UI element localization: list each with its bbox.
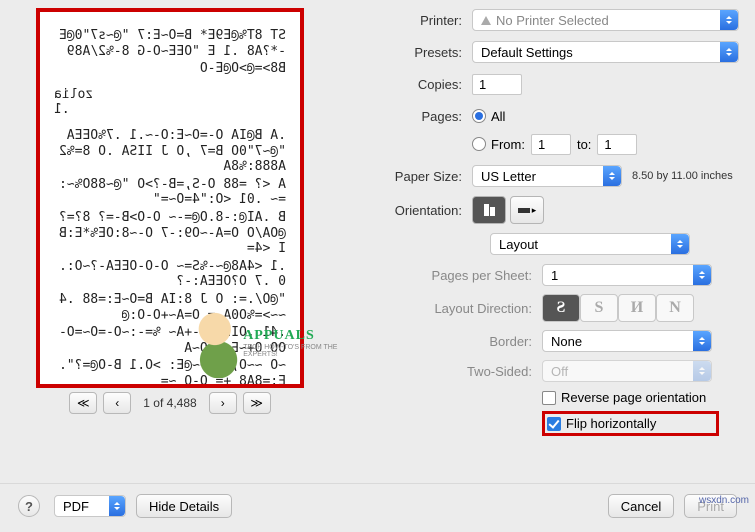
- pages-all-radio[interactable]: [472, 109, 486, 123]
- warning-icon: [481, 16, 491, 25]
- papersize-dims: 8.50 by 11.00 inches: [632, 170, 733, 182]
- layout-dir-4-button[interactable]: N: [656, 294, 694, 322]
- pdf-label: PDF: [63, 499, 89, 514]
- pages-from-input[interactable]: 1: [531, 134, 571, 155]
- layout-dir-1-button[interactable]: Ƨ: [542, 294, 580, 322]
- form-column: Printer: No Printer Selected Presets: De…: [330, 8, 745, 483]
- print-dialog: ST 8T%@E9E* B=O~E:7 "@~s7"0@E-*?A8 .1 E …: [0, 0, 755, 532]
- presets-value: Default Settings: [481, 45, 573, 60]
- orientation-portrait-button[interactable]: [472, 196, 506, 224]
- chevron-updown-icon: [693, 265, 711, 285]
- chevron-updown-icon: [720, 42, 738, 62]
- reverse-orientation-label: Reverse page orientation: [561, 390, 706, 405]
- chevron-updown-icon: [693, 331, 711, 351]
- flip-horizontally-label: Flip horizontally: [566, 416, 656, 431]
- direction-label: Layout Direction:: [394, 301, 532, 316]
- presets-label: Presets:: [354, 45, 462, 60]
- orientation-landscape-button[interactable]: ▸: [510, 196, 544, 224]
- printer-value: No Printer Selected: [496, 13, 609, 28]
- main-area: ST 8T%@E9E* B=O~E:7 "@~s7"0@E-*?A8 .1 E …: [0, 0, 755, 483]
- chevron-down-icon: [109, 496, 125, 516]
- twosided-label: Two-Sided:: [394, 364, 532, 379]
- cancel-button[interactable]: Cancel: [608, 494, 674, 518]
- source-watermark: wsxdn.com: [699, 495, 749, 506]
- pdf-menu-button[interactable]: PDF: [54, 495, 126, 517]
- reverse-orientation-checkbox[interactable]: [542, 391, 556, 405]
- flip-horizontally-highlight: Flip horizontally: [542, 411, 719, 436]
- page-indicator: 1 of 4,488: [143, 396, 196, 410]
- preview-pager: ≪ ‹ 1 of 4,488 › ≫: [10, 392, 330, 414]
- section-value: Layout: [499, 237, 538, 252]
- presets-select[interactable]: Default Settings: [472, 41, 739, 63]
- twosided-select[interactable]: Off: [542, 360, 712, 382]
- layout-dir-3-button[interactable]: И: [618, 294, 656, 322]
- printer-label: Printer:: [354, 13, 462, 28]
- pages-to-label: to:: [577, 137, 591, 152]
- help-button[interactable]: ?: [18, 495, 40, 517]
- copies-input[interactable]: 1: [472, 74, 522, 95]
- preview-column: ST 8T%@E9E* B=O~E:7 "@~s7"0@E-*?A8 .1 E …: [10, 8, 330, 483]
- pages-label: Pages:: [354, 109, 462, 124]
- papersize-select[interactable]: US Letter: [472, 165, 622, 187]
- preview-page: ST 8T%@E9E* B=O~E:7 "@~s7"0@E-*?A8 .1 E …: [48, 20, 292, 376]
- dialog-footer: ? PDF Hide Details Cancel Print: [0, 483, 755, 532]
- pager-last-button[interactable]: ≫: [243, 392, 271, 414]
- pages-from-radio[interactable]: [472, 137, 486, 151]
- pps-value: 1: [551, 268, 558, 283]
- copies-label: Copies:: [354, 77, 462, 92]
- chevron-updown-icon: [693, 361, 711, 381]
- preview-frame: ST 8T%@E9E* B=O~E:7 "@~s7"0@E-*?A8 .1 E …: [36, 8, 304, 388]
- pages-to-input[interactable]: 1: [597, 134, 637, 155]
- pages-from-label: From:: [491, 137, 525, 152]
- printer-select[interactable]: No Printer Selected: [472, 9, 739, 31]
- papersize-label: Paper Size:: [354, 169, 462, 184]
- chevron-updown-icon: [603, 166, 621, 186]
- pps-select[interactable]: 1: [542, 264, 712, 286]
- chevron-updown-icon: [720, 10, 738, 30]
- border-label: Border:: [394, 334, 532, 349]
- twosided-value: Off: [551, 364, 568, 379]
- hide-details-button[interactable]: Hide Details: [136, 494, 232, 518]
- orientation-label: Orientation:: [354, 203, 462, 218]
- border-value: None: [551, 334, 582, 349]
- pages-all-label: All: [491, 109, 505, 124]
- section-select[interactable]: Layout: [490, 233, 690, 255]
- papersize-value: US Letter: [481, 169, 536, 184]
- layout-dir-2-button[interactable]: S: [580, 294, 618, 322]
- flip-horizontally-checkbox[interactable]: [547, 417, 561, 431]
- pager-first-button[interactable]: ≪: [69, 392, 97, 414]
- chevron-updown-icon: [671, 234, 689, 254]
- pager-next-button[interactable]: ›: [209, 392, 237, 414]
- border-select[interactable]: None: [542, 330, 712, 352]
- pps-label: Pages per Sheet:: [394, 268, 532, 283]
- pager-prev-button[interactable]: ‹: [103, 392, 131, 414]
